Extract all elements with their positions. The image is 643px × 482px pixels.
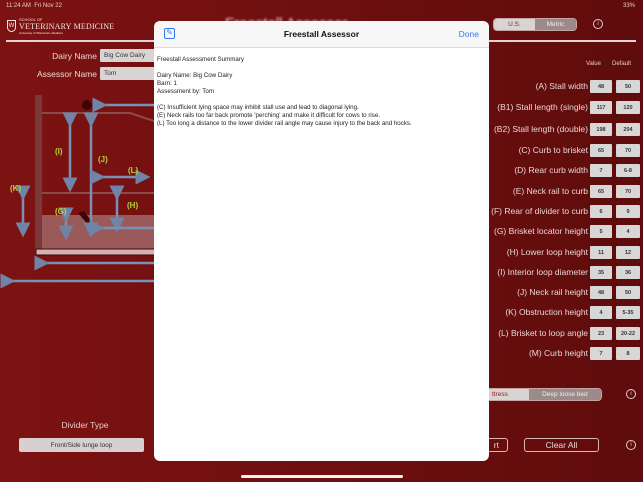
measurement-value[interactable]: 198 (590, 123, 612, 136)
measurement-label: (H) Lower loop height (506, 247, 588, 257)
measurement-label: (B2) Stall length (double) (493, 124, 588, 134)
measurement-default: 4 (616, 225, 640, 238)
diagram-label-h: (H) (127, 201, 138, 210)
summary-line: Freestall Assessment Summary (157, 56, 244, 63)
measurement-label: (M) Curb height (528, 348, 588, 358)
measurement-label: (K) Obstruction height (505, 307, 588, 317)
measurement-label: (J) Neck rail height (517, 287, 588, 297)
diagram-label-g: (G) (55, 207, 67, 216)
measurement-label: (L) Brisket to loop angle (498, 328, 588, 338)
freestall-diagram: (I) (J) (L) (K) (G) (H) (0, 95, 160, 289)
measurement-value[interactable]: 6 (590, 205, 612, 218)
logo-line2: VETERINARY MEDICINE (19, 22, 115, 31)
summary-modal: ✎ Freestall Assessor Done Freestall Asse… (154, 21, 489, 461)
dairy-name-label: Dairy Name (52, 51, 97, 61)
summary-line: (L) Too long a distance to the lower div… (157, 120, 412, 127)
measurement-label: (C) Curb to brisket (518, 145, 588, 155)
summary-line: (C) Insufficient lying space may inhibit… (157, 104, 359, 111)
modal-header: ✎ Freestall Assessor Done (154, 21, 489, 48)
diagram-label-j: (J) (98, 155, 108, 164)
measurement-default: 204 (616, 123, 640, 136)
summary-line: (E) Neck rails too far back promote 'per… (157, 112, 381, 119)
summary-line: Dairy Name: Big Cow Dairy (157, 72, 233, 79)
diagram-label-l: (L) (128, 166, 139, 175)
measurement-value[interactable]: 48 (590, 80, 612, 93)
school-logo: W SCHOOL OF VETERINARY MEDICINE University… (7, 17, 114, 35)
modal-title: Freestall Assessor (283, 29, 360, 39)
status-time: 11:24 AM Fri Nov 22 (6, 3, 62, 9)
measurement-value[interactable]: 48 (590, 286, 612, 299)
measurement-value[interactable]: 7 (590, 164, 612, 177)
units-toggle[interactable]: U.S. Metric (493, 18, 577, 31)
summary-line (157, 96, 486, 104)
diagram-label-k: (K) (10, 184, 21, 193)
measurement-default: 50 (616, 80, 640, 93)
measurement-default: 50 (616, 286, 640, 299)
status-battery: 33% (622, 3, 635, 9)
default-header: Default (612, 61, 632, 67)
actions-info-icon[interactable]: i (626, 440, 636, 450)
measurement-default: 20-22 (616, 327, 640, 340)
summary-text: Freestall Assessment Summary Dairy Name: … (154, 48, 489, 136)
measurement-value[interactable]: 23 (590, 327, 612, 340)
bedding-toggle[interactable]: ttress Deep loose bed (470, 388, 602, 401)
measurement-value[interactable]: 7 (590, 347, 612, 360)
measurement-default: 36 (616, 266, 640, 279)
measurement-default: 8 (616, 347, 640, 360)
assessor-name-label: Assessor Name (37, 69, 97, 79)
measurement-default: 9 (616, 205, 640, 218)
summary-line (157, 64, 486, 72)
value-header: Value (586, 61, 601, 67)
measurement-default: 12 (616, 246, 640, 259)
measurement-label: (G) Brisket locator height (493, 226, 588, 236)
measurement-label: (A) Stall width (535, 81, 588, 91)
measurement-value[interactable]: 65 (590, 185, 612, 198)
measurement-value[interactable]: 4 (590, 306, 612, 319)
crest-icon: W (7, 20, 16, 32)
measurement-label: (F) Rear of divider to curb (491, 206, 588, 216)
measurement-label: (I) Interior loop diameter (497, 267, 588, 277)
units-us[interactable]: U.S. (494, 19, 535, 30)
done-button[interactable]: Done (459, 29, 479, 39)
units-metric[interactable]: Metric (535, 19, 576, 30)
measurement-default: 6-8 (616, 164, 640, 177)
logo-line3: University of Wisconsin–Madison (19, 31, 64, 35)
measurement-label: (D) Rear curb width (514, 165, 588, 175)
measurement-default: 70 (616, 185, 640, 198)
home-indicator[interactable] (241, 475, 403, 478)
bedding-deep-loose[interactable]: Deep loose bed (528, 389, 601, 400)
measurement-default: 5-35 (616, 306, 640, 319)
divider-type-select[interactable]: Front/Side lunge loop (19, 438, 144, 452)
clear-all-button[interactable]: Clear All (524, 438, 599, 452)
measurement-value[interactable]: 65 (590, 144, 612, 157)
measurement-default: 70 (616, 144, 640, 157)
measurement-value[interactable]: 11 (590, 246, 612, 259)
assessor-name-input[interactable]: Tom (100, 67, 160, 80)
measurement-label: (B1) Stall length (single) (497, 102, 588, 112)
summary-line: Assessment by: Tom (157, 88, 214, 95)
measurement-default: 120 (616, 101, 640, 114)
info-icon[interactable]: i (593, 19, 603, 29)
summary-line: Barn: 1 (157, 80, 177, 87)
divider-type-label: Divider Type (61, 420, 109, 430)
diagram-label-i: (I) (55, 147, 63, 156)
measurement-label: (E) Neck rail to curb (512, 186, 588, 196)
dairy-name-input[interactable]: Big Cow Dairy (100, 49, 160, 62)
measurement-value[interactable]: 5 (590, 225, 612, 238)
bedding-info-icon[interactable]: i (626, 389, 636, 399)
measurement-value[interactable]: 35 (590, 266, 612, 279)
measurement-value[interactable]: 117 (590, 101, 612, 114)
